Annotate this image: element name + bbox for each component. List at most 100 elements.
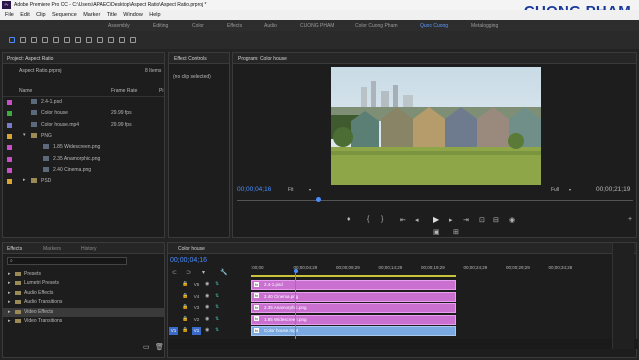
lift-icon[interactable]: ⊡ xyxy=(479,216,485,224)
project-item[interactable]: 1.85 Widescreen.png xyxy=(3,142,164,153)
work-area-bar[interactable] xyxy=(251,275,456,277)
comparison-view-icon[interactable]: ▣ xyxy=(433,228,440,236)
lock-icon[interactable]: 🔒 xyxy=(182,293,188,299)
add-marker-icon[interactable]: ▾ xyxy=(202,269,205,276)
chevron-right-icon[interactable]: ▸ xyxy=(8,290,11,296)
column-more[interactable]: Pi xyxy=(159,88,163,94)
effects-tree-item[interactable]: ▸ Audio Effects xyxy=(3,289,164,298)
column-frame-rate[interactable]: Frame Rate xyxy=(111,88,137,94)
track-label[interactable]: V4 xyxy=(192,293,201,301)
workspace-tab[interactable]: Metalogging xyxy=(471,23,498,29)
menu-edit[interactable]: Edit xyxy=(20,12,29,18)
program-playhead-marker[interactable] xyxy=(316,197,321,202)
button-editor-icon[interactable]: + xyxy=(628,216,632,223)
lock-icon[interactable]: 🔒 xyxy=(182,327,188,333)
timeline-clip[interactable]: Color house.mp4 xyxy=(251,326,456,337)
workspace-tab[interactable]: Effects xyxy=(227,23,242,29)
timeline-clip[interactable]: 2.4-1.psd xyxy=(251,280,456,290)
eye-icon[interactable]: ◉ xyxy=(205,316,209,322)
go-to-in-icon[interactable]: ⇤ xyxy=(400,216,406,224)
timeline-timecode[interactable]: 00;00;04;16 xyxy=(170,257,207,264)
track-select-tool-icon[interactable] xyxy=(20,37,26,43)
track-label[interactable]: V3 xyxy=(192,304,201,312)
program-scrubber-track[interactable] xyxy=(237,200,633,201)
chevron-right-icon[interactable]: ▸ xyxy=(8,318,11,324)
source-patch-v1[interactable]: V1 xyxy=(169,327,178,336)
add-marker-icon[interactable]: ♦ xyxy=(347,216,351,223)
sync-lock-icon[interactable]: ⇅ xyxy=(215,293,219,299)
track-label[interactable]: V5 xyxy=(192,281,201,289)
label-color-swatch[interactable] xyxy=(7,167,12,173)
zoom-tool-icon[interactable] xyxy=(119,37,125,43)
label-color-swatch[interactable] xyxy=(7,179,12,185)
workspace-tab[interactable]: Assembly xyxy=(108,23,130,29)
rolling-edit-tool-icon[interactable] xyxy=(42,37,48,43)
column-name[interactable]: Name xyxy=(19,88,32,94)
ripple-edit-tool-icon[interactable] xyxy=(31,37,37,43)
timeline-clip[interactable]: 1.85 Widescreen.png xyxy=(251,314,456,325)
effects-tree-item[interactable]: ▸ Video Transitions xyxy=(3,317,164,326)
sync-lock-icon[interactable]: ⇅ xyxy=(215,316,219,322)
step-forward-icon[interactable]: ▸ xyxy=(449,216,453,224)
chevron-right-icon[interactable]: ▸ xyxy=(8,271,11,277)
go-to-out-icon[interactable]: ⇥ xyxy=(463,216,469,224)
eye-icon[interactable]: ◉ xyxy=(205,304,209,310)
mark-in-icon[interactable]: { xyxy=(367,216,369,223)
track-label[interactable]: V1 xyxy=(192,327,201,336)
eye-icon[interactable]: ◉ xyxy=(205,281,209,287)
delete-icon[interactable]: 🗑 xyxy=(155,343,164,351)
fx-badge-icon[interactable]: fx xyxy=(254,316,260,322)
fx-badge-icon[interactable]: fx xyxy=(254,304,260,310)
extract-icon[interactable]: ⊟ xyxy=(493,216,499,224)
menu-file[interactable]: File xyxy=(5,12,14,18)
timeline-settings-icon[interactable]: 🔧 xyxy=(220,269,227,276)
track-label[interactable]: V2 xyxy=(192,316,201,324)
label-color-swatch[interactable] xyxy=(7,156,12,162)
menu-title[interactable]: Title xyxy=(107,12,117,18)
step-back-icon[interactable]: ◂ xyxy=(415,216,419,224)
rate-stretch-tool-icon[interactable] xyxy=(53,37,59,43)
mark-out-icon[interactable]: } xyxy=(381,216,383,223)
razor-tool-icon[interactable] xyxy=(64,37,70,43)
sync-lock-icon[interactable]: ⇅ xyxy=(215,327,219,333)
eye-icon[interactable]: ◉ xyxy=(205,327,209,333)
project-item[interactable]: ▸ PSD xyxy=(3,176,164,187)
slip-tool-icon[interactable] xyxy=(75,37,81,43)
fx-badge-icon[interactable]: fx xyxy=(254,327,260,333)
chevron-down-icon[interactable]: ▾ xyxy=(23,132,26,138)
effects-tree-item[interactable]: ▸ Video Effects xyxy=(3,307,164,317)
project-item[interactable]: Color house 29.99 fps xyxy=(3,108,164,119)
program-playhead-timecode[interactable]: 00;00;04;16 xyxy=(237,186,271,193)
effects-tree-item[interactable]: ▸ Lumetri Presets xyxy=(3,279,164,288)
workspace-tab-active[interactable]: Quoc Cuong xyxy=(420,23,448,29)
program-monitor-title[interactable]: Program: Color house xyxy=(238,56,287,62)
timeline-scrollbar[interactable] xyxy=(168,339,638,349)
tab-history[interactable]: History xyxy=(81,246,97,252)
label-color-swatch[interactable] xyxy=(7,145,12,151)
workspace-tab[interactable]: Audio xyxy=(264,23,277,29)
pen-tool-icon[interactable] xyxy=(97,37,103,43)
program-quality-select[interactable]: Full xyxy=(551,187,559,193)
menu-clip[interactable]: Clip xyxy=(36,12,45,18)
chevron-right-icon[interactable]: ▸ xyxy=(8,280,11,286)
program-zoom-select[interactable]: Fit xyxy=(288,187,294,193)
selection-tool-icon[interactable] xyxy=(9,37,15,43)
play-icon[interactable]: ▶ xyxy=(433,215,439,224)
effects-search-input[interactable] xyxy=(7,257,127,265)
menu-window[interactable]: Window xyxy=(123,12,143,18)
timeline-clip[interactable]: 2.40 Cinema.png xyxy=(251,291,456,302)
eye-icon[interactable]: ◉ xyxy=(205,293,209,299)
sync-lock-icon[interactable]: ⇅ xyxy=(215,281,219,287)
slide-tool-icon[interactable] xyxy=(86,37,92,43)
tab-effects[interactable]: Effects xyxy=(7,246,22,252)
project-item[interactable]: 2.35 Anamorphic.png xyxy=(3,154,164,165)
menu-sequence[interactable]: Sequence xyxy=(52,12,77,18)
settings-icon[interactable]: ⊞ xyxy=(453,228,459,236)
timeline-clip[interactable]: 2.35 Anamorphic.png xyxy=(251,303,456,314)
lock-icon[interactable]: 🔒 xyxy=(182,304,188,310)
workspace-tab[interactable]: CUONG PHAM xyxy=(300,23,334,29)
lock-icon[interactable]: 🔒 xyxy=(182,316,188,322)
chevron-down-icon[interactable]: ▾ xyxy=(569,187,571,192)
workspace-tab[interactable]: Color Cuong Pham xyxy=(355,23,398,29)
effects-tree-item[interactable]: ▸ Presets xyxy=(3,270,164,279)
